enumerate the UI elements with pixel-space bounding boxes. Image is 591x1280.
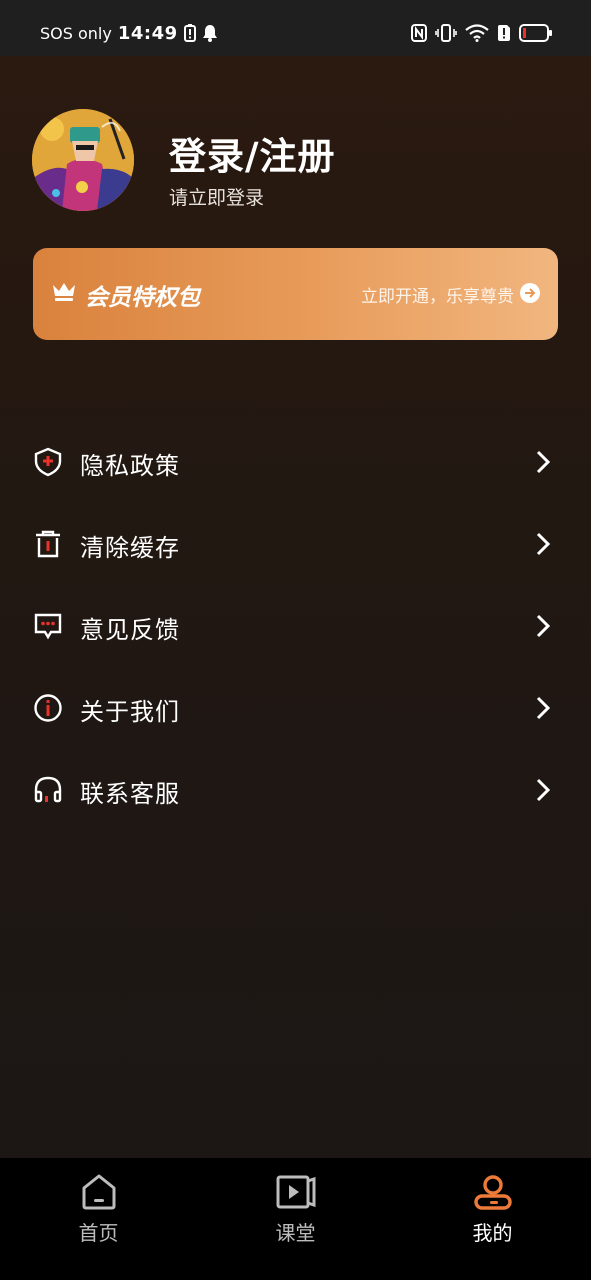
- menu-item-feedback[interactable]: 意见反馈: [0, 596, 591, 656]
- nfc-icon: [411, 24, 427, 42]
- chevron-right-icon: [534, 613, 552, 639]
- status-bar: SOS only 14:49: [0, 0, 591, 56]
- menu-item-label: 关于我们: [80, 698, 180, 726]
- clock: 14:49: [117, 22, 178, 44]
- shield-icon: [33, 447, 63, 477]
- chevron-right-icon: [534, 531, 552, 557]
- chevron-right-icon: [534, 449, 552, 475]
- battery-alert-icon: [183, 24, 196, 42]
- login-prompt[interactable]: 请立即登录: [169, 183, 264, 210]
- bottom-tab-bar: 首页 课堂 我的: [0, 1158, 591, 1280]
- arrow-right-circle-icon: [520, 283, 540, 303]
- tab-label: 首页: [78, 1221, 119, 1245]
- avatar[interactable]: [32, 109, 134, 211]
- menu-item-label: 意见反馈: [80, 616, 180, 644]
- login-register-title[interactable]: 登录/注册: [169, 126, 336, 180]
- profile-icon: [473, 1172, 513, 1212]
- menu-item-contact-support[interactable]: 联系客服: [0, 760, 591, 820]
- crown-icon: [51, 280, 77, 306]
- chevron-right-icon: [534, 777, 552, 803]
- chevron-right-icon: [534, 695, 552, 721]
- tab-mine[interactable]: 我的: [394, 1158, 591, 1280]
- bell-icon: [202, 24, 218, 42]
- menu-item-label: 隐私政策: [80, 452, 180, 480]
- vip-banner[interactable]: 会员特权包 立即开通，乐享尊贵: [33, 248, 558, 340]
- menu-item-clear-cache[interactable]: 清除缓存: [0, 514, 591, 574]
- tab-classroom[interactable]: 课堂: [197, 1158, 394, 1280]
- carrier-text: SOS only: [40, 23, 112, 43]
- menu-item-label: 联系客服: [80, 780, 180, 808]
- tab-home[interactable]: 首页: [0, 1158, 197, 1280]
- menu-item-privacy[interactable]: 隐私政策: [0, 432, 591, 492]
- vip-action-text: 立即开通，乐享尊贵: [361, 287, 514, 307]
- message-icon: [33, 611, 63, 641]
- vip-title: 会员特权包: [85, 285, 200, 311]
- home-icon: [79, 1172, 119, 1212]
- tab-label: 课堂: [275, 1221, 316, 1245]
- tab-label: 我的: [472, 1221, 513, 1245]
- info-icon: [33, 693, 63, 723]
- sim-alert-icon: [497, 24, 511, 42]
- trash-icon: [33, 529, 63, 559]
- mine-screen: SOS only 14:49 登录/注册 请立即登录 会员特权包 立即开通，乐享…: [0, 0, 591, 1280]
- avatar-illustration: [32, 109, 134, 211]
- video-icon: [276, 1172, 316, 1212]
- menu-item-about[interactable]: 关于我们: [0, 678, 591, 738]
- battery-icon: [519, 24, 553, 42]
- headset-icon: [33, 775, 63, 805]
- vibrate-icon: [435, 24, 457, 42]
- menu-item-label: 清除缓存: [80, 534, 180, 562]
- wifi-icon: [465, 24, 489, 42]
